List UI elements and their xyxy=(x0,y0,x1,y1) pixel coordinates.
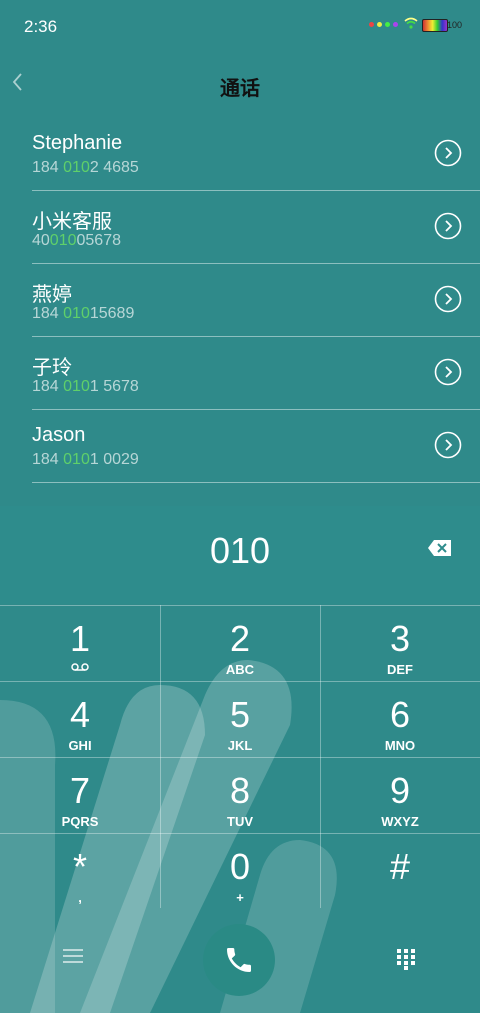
key-1[interactable]: 1 xyxy=(0,608,160,684)
key-8[interactable]: 8 TUV xyxy=(160,760,320,836)
backspace-icon[interactable] xyxy=(427,538,453,558)
key-9[interactable]: 9 WXYZ xyxy=(320,760,480,836)
phone-icon xyxy=(227,948,251,972)
contact-row[interactable]: 子玲 184 0101 5678 xyxy=(32,337,480,410)
key-letters: , xyxy=(78,890,82,905)
key-hash[interactable]: # xyxy=(320,836,480,912)
chevron-right-circle-icon[interactable] xyxy=(434,212,462,240)
key-4[interactable]: 4 GHI xyxy=(0,684,160,760)
notification-dots xyxy=(369,22,398,27)
key-3[interactable]: 3 DEF xyxy=(320,608,480,684)
voicemail-icon xyxy=(71,663,89,671)
key-letters: GHI xyxy=(68,738,92,753)
contact-number: 184 0102 4685 xyxy=(32,159,139,176)
key-digit: 4 xyxy=(69,694,91,735)
key-digit: 0 xyxy=(229,846,251,887)
chevron-right-circle-icon[interactable] xyxy=(434,139,462,167)
key-letters: TUV xyxy=(227,814,253,829)
keypad-icon[interactable] xyxy=(396,948,416,970)
key-digit: * xyxy=(72,846,87,887)
battery-level: 100 xyxy=(446,20,462,30)
key-7[interactable]: 7 PQRS xyxy=(0,760,160,836)
key-5[interactable]: 5 JKL xyxy=(160,684,320,760)
key-6[interactable]: 6 MNO xyxy=(320,684,480,760)
menu-icon[interactable] xyxy=(62,947,84,965)
chevron-right-circle-icon[interactable] xyxy=(434,285,462,313)
contact-row[interactable]: Jason 184 0101 0029 xyxy=(32,410,480,483)
contact-name: Stephanie xyxy=(32,132,123,154)
contact-row[interactable]: 燕丽 xyxy=(32,483,480,506)
call-button[interactable] xyxy=(203,924,275,996)
key-digit: 7 xyxy=(69,770,91,811)
key-letters: MNO xyxy=(384,738,416,753)
key-digit: 2 xyxy=(229,618,251,659)
contact-list[interactable]: Stephanie 184 0102 4685 小米客服 4001005678 … xyxy=(0,118,480,506)
chevron-right-circle-icon[interactable] xyxy=(434,431,462,459)
status-time: 2:36 xyxy=(24,17,58,36)
contact-name: 子玲 xyxy=(32,357,72,379)
dial-digits: 010 xyxy=(209,530,271,571)
key-digit: 6 xyxy=(389,694,411,735)
key-letters: + xyxy=(236,890,244,905)
key-0[interactable]: 0 + xyxy=(160,836,320,912)
key-digit: 3 xyxy=(389,618,411,659)
contact-name: 小米客服 xyxy=(32,211,112,233)
wifi-icon xyxy=(404,17,418,29)
status-bar: 2:36 100 xyxy=(0,0,480,52)
key-digit: # xyxy=(389,846,411,887)
key-letters: PQRS xyxy=(61,814,99,829)
page-title: 通话 xyxy=(220,78,260,100)
key-digit: 8 xyxy=(229,770,251,811)
contact-number: 184 01015689 xyxy=(32,305,135,322)
contact-number: 4001005678 xyxy=(32,232,121,249)
key-letters: DEF xyxy=(387,662,413,677)
key-2[interactable]: 2 ABC xyxy=(160,608,320,684)
key-digit: 1 xyxy=(69,618,91,659)
battery-icon xyxy=(422,19,448,32)
chevron-right-circle-icon[interactable] xyxy=(434,358,462,386)
contact-row[interactable]: Stephanie 184 0102 4685 xyxy=(32,118,480,191)
contact-row[interactable]: 小米客服 4001005678 xyxy=(32,191,480,264)
dial-input[interactable]: 010 xyxy=(0,506,480,604)
key-letters: ABC xyxy=(225,662,255,677)
keypad-divider xyxy=(0,605,480,606)
contact-number: 184 0101 5678 xyxy=(32,378,139,395)
key-digit: 9 xyxy=(389,770,411,811)
contact-name: 燕婷 xyxy=(32,284,72,306)
key-star[interactable]: * , xyxy=(0,836,160,912)
contact-row[interactable]: 燕婷 184 01015689 xyxy=(32,264,480,337)
bottom-bar xyxy=(0,920,480,1013)
header: 通话 xyxy=(0,60,480,110)
contact-name: Jason xyxy=(32,424,86,446)
key-letters: WXYZ xyxy=(381,814,419,829)
key-digit: 5 xyxy=(229,694,251,735)
key-letters: JKL xyxy=(227,738,253,753)
contact-number: 184 0101 0029 xyxy=(32,451,139,468)
